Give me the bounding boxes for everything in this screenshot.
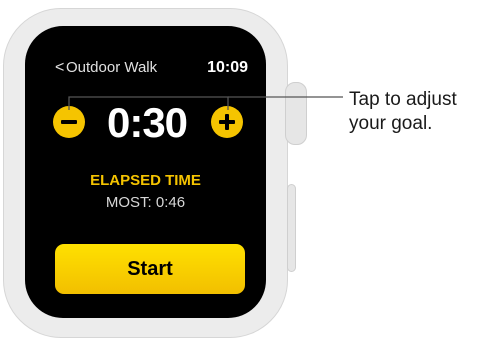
minus-icon [61,120,77,124]
clock-time: 10:09 [207,59,248,76]
callout-line-1: Tap to adjust [349,89,457,110]
start-button[interactable]: Start [55,244,245,294]
goal-metric-label: ELAPSED TIME [90,172,201,189]
back-chevron-icon[interactable]: < [55,59,64,77]
watch-screen: < Outdoor Walk 10:09 0:30 ELAPSED TIME M… [25,26,266,318]
side-button[interactable] [287,184,296,272]
illustration: < Outdoor Walk 10:09 0:30 ELAPSED TIME M… [0,0,487,343]
decrease-goal-button[interactable] [53,106,85,138]
goal-value: 0:30 [106,99,188,146]
digital-crown[interactable] [285,82,307,145]
best-record-label: MOST: 0:46 [105,194,186,211]
goal-adjuster: 0:30 [25,100,266,150]
callout-text: Tap to adjust your goal. [349,88,457,136]
back-link-title[interactable]: Outdoor Walk [66,59,157,77]
callout-line-2: your goal. [349,113,433,134]
status-bar: < Outdoor Walk 10:09 [25,58,266,80]
increase-goal-button[interactable] [211,106,243,138]
